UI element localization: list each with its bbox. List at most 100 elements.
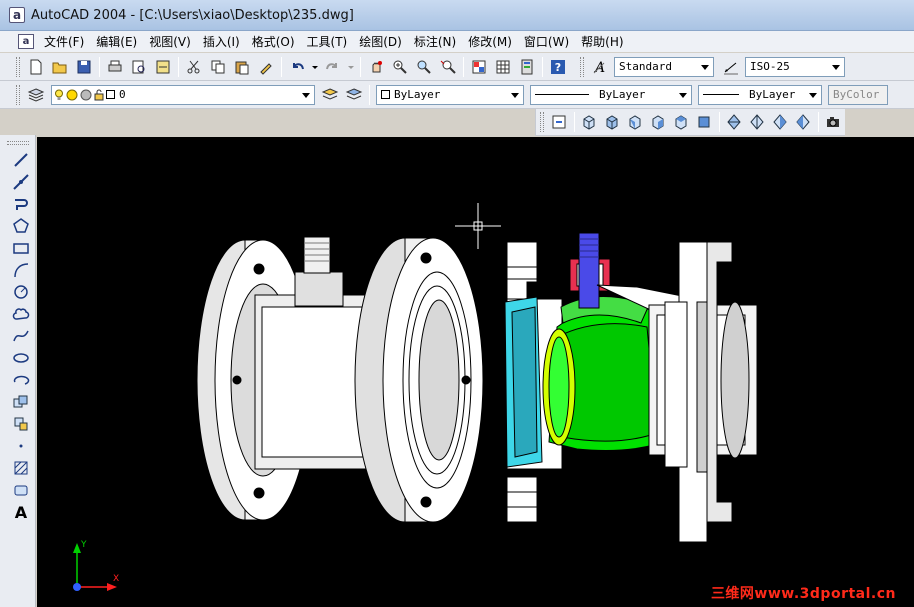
- chevron-down-icon: [511, 92, 519, 98]
- text-style-icon[interactable]: A: [589, 56, 611, 78]
- autocad-app-icon[interactable]: a: [9, 7, 25, 23]
- dimension-style-select[interactable]: ISO-25: [745, 56, 845, 77]
- menu-edit[interactable]: 编辑(E): [90, 33, 143, 50]
- svg-text:?: ?: [555, 61, 561, 74]
- publish-icon[interactable]: [152, 56, 174, 78]
- toolbar-separator: [718, 112, 720, 132]
- toolbar-separator: [178, 56, 179, 77]
- zoom-previous-icon[interactable]: [437, 56, 459, 78]
- ne-isometric-icon[interactable]: [770, 111, 791, 133]
- sw-isometric-icon[interactable]: [724, 111, 745, 133]
- ellipse-icon[interactable]: [10, 347, 32, 369]
- cut-icon[interactable]: [183, 56, 205, 78]
- design-center-icon[interactable]: [492, 56, 514, 78]
- new-file-icon[interactable]: [25, 56, 47, 78]
- menu-draw[interactable]: 绘图(D): [353, 33, 408, 50]
- spline-icon[interactable]: [10, 325, 32, 347]
- point-icon[interactable]: [10, 435, 32, 457]
- arc-icon[interactable]: [10, 259, 32, 281]
- dimension-style-icon[interactable]: [720, 56, 742, 78]
- toolbar-grip[interactable]: [16, 56, 20, 77]
- text-style-select[interactable]: Standard: [614, 56, 714, 77]
- chevron-down-icon: [679, 92, 687, 98]
- dimension-style-value: ISO-25: [750, 60, 790, 73]
- nw-isometric-icon[interactable]: [793, 111, 814, 133]
- help-icon[interactable]: ?: [547, 56, 569, 78]
- redo-dropdown-icon[interactable]: [346, 56, 356, 78]
- hatch-icon[interactable]: [10, 457, 32, 479]
- valve-model-viewport: Y X: [73, 203, 758, 591]
- menu-window[interactable]: 窗口(W): [518, 33, 575, 50]
- make-object-layer-current-icon[interactable]: [319, 84, 341, 106]
- tool-palettes-icon[interactable]: [516, 56, 538, 78]
- se-isometric-icon[interactable]: [747, 111, 768, 133]
- back-view-cube-icon[interactable]: [694, 111, 715, 133]
- left-view-cube-icon[interactable]: [625, 111, 646, 133]
- layer-select[interactable]: 0: [51, 84, 315, 105]
- undo-dropdown-icon[interactable]: [310, 56, 320, 78]
- ucs-x-label: X: [113, 574, 119, 584]
- lineweight-swatch: [703, 94, 739, 95]
- color-select[interactable]: ByLayer: [376, 84, 524, 105]
- plotstyle-select[interactable]: ByColor: [828, 84, 888, 105]
- properties-icon[interactable]: [468, 56, 490, 78]
- linetype-swatch: [535, 94, 589, 95]
- ellipse-arc-icon[interactable]: [10, 369, 32, 391]
- menu-tools[interactable]: 工具(T): [301, 33, 354, 50]
- right-view-cube-icon[interactable]: [648, 111, 669, 133]
- toolbar-grip[interactable]: [7, 141, 29, 145]
- polyline-icon[interactable]: [10, 193, 32, 215]
- lightbulb-icon: [54, 89, 64, 101]
- left-stem-boss: [294, 271, 344, 307]
- zoom-window-icon[interactable]: [413, 56, 435, 78]
- open-folder-icon[interactable]: [49, 56, 71, 78]
- menu-view[interactable]: 视图(V): [143, 33, 197, 50]
- line-icon[interactable]: [10, 149, 32, 171]
- linetype-select[interactable]: ByLayer: [530, 84, 692, 105]
- paste-icon[interactable]: [231, 56, 253, 78]
- shade-toolbar: [535, 109, 845, 136]
- lock-icon: [94, 89, 104, 101]
- ucs-icon: [73, 543, 117, 591]
- menu-file[interactable]: 文件(F): [38, 33, 90, 50]
- insert-block-icon[interactable]: [10, 391, 32, 413]
- menu-insert[interactable]: 插入(I): [197, 33, 246, 50]
- document-icon[interactable]: a: [18, 34, 34, 49]
- revision-cloud-icon[interactable]: [10, 303, 32, 325]
- layer-previous-icon[interactable]: [343, 84, 365, 106]
- linetype-value: ByLayer: [599, 88, 646, 101]
- save-icon[interactable]: [73, 56, 95, 78]
- toolbar-grip[interactable]: [16, 84, 20, 105]
- pan-icon[interactable]: [365, 56, 387, 78]
- toolbar-grip[interactable]: [540, 112, 544, 132]
- menu-dimension[interactable]: 标注(N): [408, 33, 462, 50]
- front-view-cube-icon[interactable]: [671, 111, 692, 133]
- multiline-text-button[interactable]: A: [10, 501, 32, 523]
- layer-manager-icon[interactable]: [25, 84, 47, 106]
- menu-format[interactable]: 格式(O): [246, 33, 301, 50]
- toolbar-grip[interactable]: [580, 56, 584, 77]
- copy-icon[interactable]: [207, 56, 229, 78]
- circle-icon[interactable]: [10, 281, 32, 303]
- redo-icon[interactable]: [322, 56, 344, 78]
- zoom-realtime-icon[interactable]: [389, 56, 411, 78]
- menu-modify[interactable]: 修改(M): [462, 33, 518, 50]
- rectangle-icon[interactable]: [10, 237, 32, 259]
- make-block-icon[interactable]: [10, 413, 32, 435]
- menu-help[interactable]: 帮助(H): [575, 33, 629, 50]
- match-properties-icon[interactable]: [255, 56, 277, 78]
- construction-line-icon[interactable]: [10, 171, 32, 193]
- lineweight-select[interactable]: ByLayer: [698, 84, 822, 105]
- top-view-cube-icon[interactable]: [579, 111, 600, 133]
- toolbar-separator: [573, 112, 575, 132]
- polygon-icon[interactable]: [10, 215, 32, 237]
- plot-preview-icon[interactable]: [128, 56, 150, 78]
- drawing-canvas[interactable]: Y X 三维网www.3dportal.cn: [37, 137, 914, 607]
- view-update-icon[interactable]: [549, 111, 570, 133]
- region-icon[interactable]: [10, 479, 32, 501]
- chevron-down-icon: [809, 92, 817, 98]
- print-icon[interactable]: [104, 56, 126, 78]
- camera-icon[interactable]: [823, 111, 844, 133]
- undo-icon[interactable]: [286, 56, 308, 78]
- bottom-view-cube-icon[interactable]: [602, 111, 623, 133]
